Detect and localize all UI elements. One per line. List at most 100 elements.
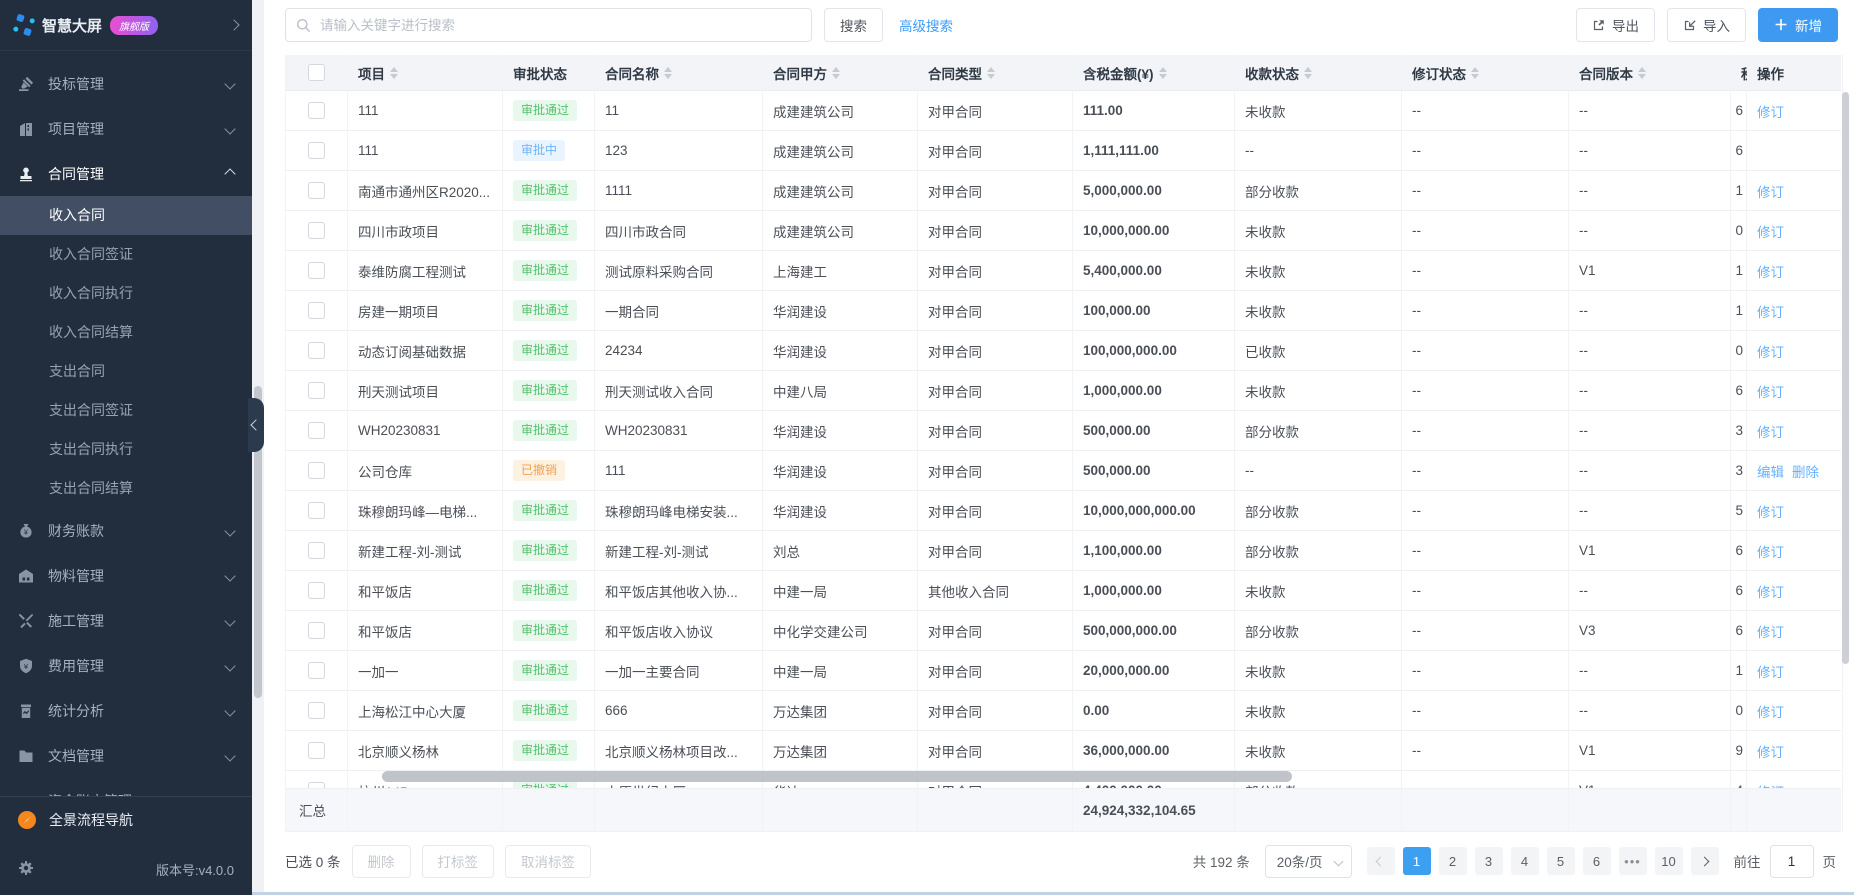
row-checkbox[interactable]: [308, 702, 325, 719]
sidebar-subitem-收入合同结算[interactable]: 收入合同结算: [0, 313, 252, 352]
revise-link[interactable]: 修订: [1757, 101, 1784, 121]
page-button-6[interactable]: 6: [1582, 847, 1611, 875]
row-checkbox[interactable]: [308, 102, 325, 119]
delete-button[interactable]: 删除: [351, 844, 411, 878]
sort-icon[interactable]: [1471, 66, 1479, 79]
footer-bar: 已选 0 条 删除 打标签 取消标签 共 192 条 20条/页 1 2 3 4 5 6 •…: [285, 843, 1854, 879]
page-button-2[interactable]: 2: [1438, 847, 1467, 875]
sidebar-item-资金账户管理[interactable]: 资金账户管理: [0, 778, 252, 796]
sort-icon[interactable]: [987, 66, 995, 79]
sidebar-subitem-收入合同签证[interactable]: 收入合同签证: [0, 235, 252, 274]
revise-link[interactable]: 修订: [1757, 661, 1784, 681]
import-button[interactable]: 导入: [1667, 8, 1746, 42]
revise-link[interactable]: 修订: [1757, 301, 1784, 321]
sidebar-subitem-支出合同结算[interactable]: 支出合同结算: [0, 469, 252, 508]
page-button-10[interactable]: 10: [1654, 847, 1683, 875]
revise-link[interactable]: 修订: [1757, 621, 1784, 641]
column-header-合同版本[interactable]: 合同版本: [1569, 55, 1731, 91]
row-checkbox[interactable]: [308, 462, 325, 479]
row-checkbox[interactable]: [308, 502, 325, 519]
row-checkbox[interactable]: [308, 742, 325, 759]
sort-icon[interactable]: [1638, 66, 1646, 79]
revise-link[interactable]: 修订: [1757, 261, 1784, 281]
sidebar-item-物料管理[interactable]: 物料管理: [0, 553, 252, 598]
search-input[interactable]: [318, 16, 801, 34]
sidebar-logo-row[interactable]: 智慧大屏 旗舰版: [0, 0, 252, 51]
row-checkbox[interactable]: [308, 302, 325, 319]
select-all-checkbox[interactable]: [308, 64, 325, 81]
column-header-合同甲方[interactable]: 合同甲方: [763, 55, 918, 91]
sidebar-collapse-handle[interactable]: [248, 398, 264, 452]
row-checkbox[interactable]: [308, 422, 325, 439]
row-checkbox[interactable]: [308, 582, 325, 599]
process-nav-label: 全景流程导航: [49, 812, 133, 828]
row-checkbox[interactable]: [308, 262, 325, 279]
column-header-收款状态[interactable]: 收款状态: [1235, 55, 1402, 91]
row-checkbox[interactable]: [308, 542, 325, 559]
column-header-合同名称[interactable]: 合同名称: [595, 55, 763, 91]
sidebar-subitem-支出合同[interactable]: 支出合同: [0, 352, 252, 391]
sidebar-item-项目管理[interactable]: 项目管理: [0, 106, 252, 151]
horizontal-scrollbar[interactable]: [382, 771, 1292, 782]
revise-link[interactable]: 修订: [1757, 541, 1784, 561]
sidebar-item-合同管理[interactable]: 合同管理: [0, 151, 252, 196]
sidebar-item-费用管理[interactable]: ¥ 费用管理: [0, 643, 252, 688]
row-checkbox[interactable]: [308, 142, 325, 159]
sidebar-item-文档管理[interactable]: 文档管理: [0, 733, 252, 778]
add-button[interactable]: ＋ 新增: [1758, 8, 1838, 42]
sidebar-subitem-支出合同签证[interactable]: 支出合同签证: [0, 391, 252, 430]
page-size-select[interactable]: 20条/页: [1264, 844, 1352, 878]
untag-button[interactable]: 取消标签: [505, 844, 592, 878]
column-header-项目[interactable]: 项目: [348, 55, 503, 91]
column-header-合同类型[interactable]: 合同类型: [918, 55, 1073, 91]
column-header-含税金额(¥)[interactable]: 含税金额(¥): [1073, 55, 1235, 91]
revise-link[interactable]: 修订: [1757, 741, 1784, 761]
page-button-1[interactable]: 1: [1402, 847, 1431, 875]
sort-icon[interactable]: [832, 66, 840, 79]
gear-icon[interactable]: [18, 860, 34, 879]
sidebar-subitem-收入合同[interactable]: 收入合同: [0, 196, 252, 235]
advanced-search-link[interactable]: 高级搜索: [899, 15, 953, 35]
delete-link[interactable]: 删除: [1792, 461, 1819, 481]
prev-page-button[interactable]: [1366, 847, 1395, 875]
approval-status-cell: 审批通过: [503, 251, 595, 291]
revise-link[interactable]: 修订: [1757, 181, 1784, 201]
row-checkbox[interactable]: [308, 222, 325, 239]
revise-link[interactable]: 修订: [1757, 581, 1784, 601]
row-checkbox[interactable]: [308, 382, 325, 399]
revise-link[interactable]: 修订: [1757, 421, 1784, 441]
row-checkbox[interactable]: [308, 182, 325, 199]
tag-button[interactable]: 打标签: [421, 844, 495, 878]
sidebar-subitem-收入合同执行[interactable]: 收入合同执行: [0, 274, 252, 313]
row-checkbox[interactable]: [308, 662, 325, 679]
sidebar-subitem-支出合同执行[interactable]: 支出合同执行: [0, 430, 252, 469]
page-button-3[interactable]: 3: [1474, 847, 1503, 875]
sort-icon[interactable]: [390, 66, 398, 79]
revise-link[interactable]: 修订: [1757, 701, 1784, 721]
sort-icon[interactable]: [1304, 66, 1312, 79]
row-checkbox[interactable]: [308, 342, 325, 359]
sort-icon[interactable]: [664, 66, 672, 79]
revise-link[interactable]: 修订: [1757, 381, 1784, 401]
revise-link[interactable]: 修订: [1757, 781, 1784, 789]
sidebar-item-施工管理[interactable]: 施工管理: [0, 598, 252, 643]
sidebar-item-process-navigation[interactable]: 全景流程导航: [0, 797, 252, 843]
row-checkbox[interactable]: [308, 622, 325, 639]
revise-link[interactable]: 修订: [1757, 221, 1784, 241]
revise-link[interactable]: 修订: [1757, 501, 1784, 521]
vertical-scrollbar[interactable]: [1842, 92, 1849, 664]
sidebar-item-统计分析[interactable]: 统计分析: [0, 688, 252, 733]
search-button[interactable]: 搜索: [824, 8, 883, 42]
export-button[interactable]: 导出: [1576, 8, 1655, 42]
edit-link[interactable]: 编辑: [1757, 461, 1784, 481]
revise-link[interactable]: 修订: [1757, 341, 1784, 361]
next-page-button[interactable]: [1690, 847, 1719, 875]
pagination-ellipsis[interactable]: •••: [1618, 847, 1647, 875]
column-header-修订状态[interactable]: 修订状态: [1402, 55, 1569, 91]
goto-page-input[interactable]: [1769, 844, 1814, 878]
page-button-4[interactable]: 4: [1510, 847, 1539, 875]
sort-icon[interactable]: [1158, 66, 1167, 79]
sidebar-item-财务账款[interactable]: ¥ 财务账款: [0, 508, 252, 553]
page-button-5[interactable]: 5: [1546, 847, 1575, 875]
sidebar-item-投标管理[interactable]: 投标管理: [0, 61, 252, 106]
